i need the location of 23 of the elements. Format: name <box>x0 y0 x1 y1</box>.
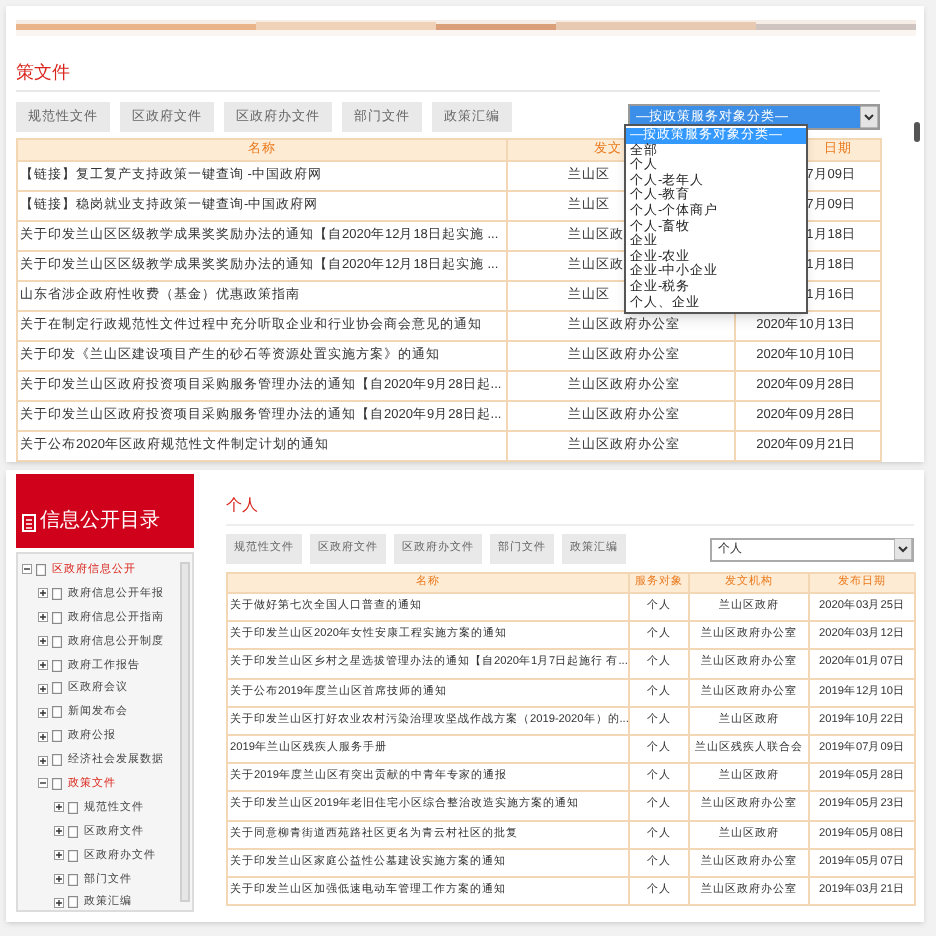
scrollbar-thumb[interactable] <box>180 562 190 902</box>
expand-icon[interactable] <box>54 802 64 813</box>
expand-icon[interactable] <box>38 707 48 718</box>
expand-icon[interactable] <box>54 850 64 861</box>
sidebar-title: 信息公开目录 <box>40 510 160 532</box>
expand-icon[interactable] <box>38 731 48 742</box>
expand-icon[interactable] <box>38 612 48 623</box>
expand-icon[interactable] <box>38 755 48 766</box>
expand-icon[interactable] <box>38 636 48 647</box>
caret-icon <box>894 538 912 560</box>
caret-icon <box>860 106 878 128</box>
scrollbar-thumb[interactable] <box>914 122 920 142</box>
expand-icon[interactable] <box>54 897 64 908</box>
collapse-icon[interactable] <box>22 564 32 575</box>
expand-icon[interactable] <box>38 660 48 670</box>
expand-icon[interactable] <box>54 874 64 885</box>
section-title: 个人 <box>226 496 258 516</box>
list-icon <box>22 514 36 532</box>
section-title: 策文件 <box>16 60 70 84</box>
expand-icon[interactable] <box>54 826 64 837</box>
expand-icon[interactable] <box>38 683 48 694</box>
collapse-icon[interactable] <box>38 778 48 789</box>
expand-icon[interactable] <box>38 588 48 599</box>
